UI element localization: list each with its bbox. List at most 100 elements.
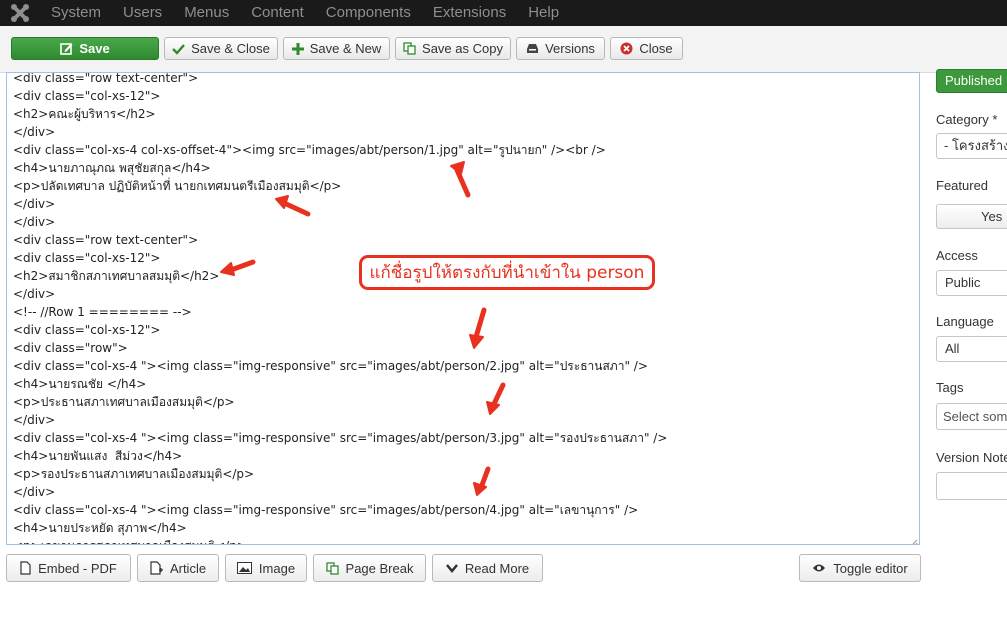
copy-icon [325,561,339,575]
chevron-down-icon [445,563,458,573]
tags-input[interactable]: Select some [936,403,1007,430]
code-line: <div class="row text-center"> [13,233,199,247]
annotation-arrow-icon [469,307,487,349]
version-note-input[interactable] [936,472,1007,500]
picture-icon [236,562,252,574]
code-editor[interactable]: <div class="row text-center"> <div class… [6,72,920,545]
save-new-button[interactable]: Save & New [283,37,390,60]
save-label: Save [79,41,110,56]
annotation-arrow-icon [486,382,506,415]
close-label: Close [639,41,673,56]
page-break-button[interactable]: Page Break [313,554,426,582]
annotation-callout: แก้ชื่อรูปให้ตรงกับที่นำเข้าใน person [359,255,655,290]
embed-pdf-button[interactable]: Embed - PDF [6,554,131,582]
save-copy-button[interactable]: Save as Copy [395,37,511,60]
menu-item-menus[interactable]: Menus [184,0,229,26]
code-line: <div class="col-xs-4 "><img class="img-r… [13,359,648,373]
code-line: </div> [13,197,56,211]
code-line: <h4>นายประหยัด สุภาพ</h4> [13,521,187,535]
version-note-label: Version Note [936,450,1007,465]
status-published-button[interactable]: Published [936,69,1007,93]
menu-item-users[interactable]: Users [123,0,162,26]
annotation-arrow-icon [450,161,471,198]
toolbar: Save Save & Close Save & New Save as Cop… [0,26,1007,73]
menu-item-system[interactable]: System [51,0,101,26]
code-line: </div> [13,125,56,139]
code-line: </div> [13,485,56,499]
embed-pdf-label: Embed - PDF [38,560,117,576]
read-more-label: Read More [464,560,530,576]
code-line: <p>ประธานสภาเทศบาลเมืองสมมุติ</p> [13,395,235,409]
save-close-label: Save & Close [191,41,270,56]
code-line: <div class="row text-center"> [13,72,199,85]
read-more-button[interactable]: Read More [432,554,543,582]
check-icon [172,43,186,55]
page-break-label: Page Break [345,560,414,576]
annotation-arrow-icon [473,466,491,496]
language-value: All [945,341,960,356]
category-label: Category * [936,112,998,127]
tags-label: Tags [936,380,964,395]
code-line: </div> [13,413,56,427]
featured-yes-button[interactable]: Yes [936,204,1007,229]
menu-item-components[interactable]: Components [326,0,411,26]
code-line: <h2>คณะผู้บริหาร</h2> [13,107,156,121]
plus-icon [291,42,304,55]
language-label: Language [936,314,994,329]
close-circle-icon [620,42,633,55]
code-line: <h4>นายพันแสง สีม่วง</h4> [13,449,183,463]
annotation-arrow-icon [220,259,256,276]
article-button[interactable]: Article [137,554,219,582]
save-new-label: Save & New [309,41,382,56]
access-select[interactable]: Public [936,270,1007,296]
main-menu: System Users Menus Content Components Ex… [51,0,581,26]
code-line: <h4>นายรณชัย </h4> [13,377,147,391]
code-line: <div class="col-xs-12"> [13,89,161,103]
image-label: Image [258,560,296,576]
copy-icon [403,42,416,55]
featured-label: Featured [936,178,989,193]
language-select[interactable]: All [936,336,1007,362]
close-button[interactable]: Close [610,37,683,60]
annotation-arrow-icon [275,195,311,217]
joomla-logo-icon[interactable] [10,3,30,23]
code-line: <div class="col-xs-4 "><img class="img-r… [13,503,639,517]
eye-icon [812,563,826,573]
versions-label: Versions [545,41,595,56]
menu-item-content[interactable]: Content [251,0,304,26]
tags-placeholder: Select some [943,409,1007,424]
toggle-editor-button[interactable]: Toggle editor [799,554,921,582]
resize-handle-icon[interactable] [910,535,918,544]
code-line: <div class="row"> [13,341,128,355]
code-line: <p>เลขานุการสภาเทศบาลเมืองสมมุติ</p> [13,537,667,544]
edit-icon [60,42,73,55]
image-button[interactable]: Image [225,554,307,582]
category-select[interactable]: - โครงสร้าง [936,133,1007,159]
code-line: <!-- //Row 1 ======== --> [13,305,192,319]
top-menu-bar: System Users Menus Content Components Ex… [0,0,1007,26]
archive-icon [526,43,539,54]
save-close-button[interactable]: Save & Close [164,37,278,60]
category-value: - โครงสร้าง [944,138,1007,153]
annotation-text: แก้ชื่อรูปให้ตรงกับที่นำเข้าใน person [369,263,645,283]
menu-item-extensions[interactable]: Extensions [433,0,506,26]
access-label: Access [936,248,978,263]
save-copy-label: Save as Copy [422,41,503,56]
save-button[interactable]: Save [11,37,159,60]
toggle-editor-label: Toggle editor [833,560,908,576]
code-line: <h4>นายภาณุภณ พสุชัยสกุล</h4> [13,161,211,175]
versions-button[interactable]: Versions [516,37,605,60]
code-lines[interactable]: <div class="row text-center"> <div class… [13,72,668,544]
code-line: <div class="col-xs-4 "><img class="img-r… [13,431,668,445]
featured-value: Yes [981,209,1003,224]
menu-item-help[interactable]: Help [528,0,559,26]
code-line: </div> [13,215,56,229]
file-icon [20,561,31,575]
code-line: <div class="col-xs-12"> [13,323,161,337]
article-label: Article [169,560,207,576]
code-line: <p>ปลัดเทศบาล ปฏิบัติหน้าที่ นายกเทศมนตร… [13,179,342,193]
file-add-icon [150,561,163,575]
code-line: <div class="col-xs-4 col-xs-offset-4"><i… [13,143,606,157]
access-value: Public [945,275,981,290]
code-line: <p>รองประธานสภาเทศบาลเมืองสมมุติ</p> [13,467,255,481]
